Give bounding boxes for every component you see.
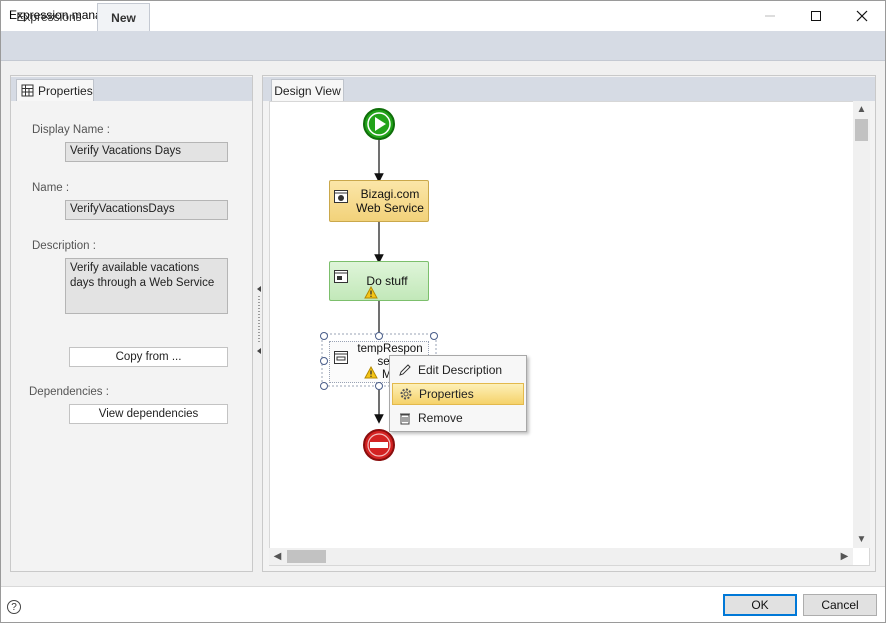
scroll-up-arrow-icon[interactable]: ▲ — [853, 101, 870, 118]
minimize-icon — [765, 15, 775, 16]
vertical-scrollbar[interactable] — [853, 101, 870, 548]
script-task-icon — [334, 270, 348, 283]
close-icon — [856, 10, 868, 21]
context-menu-label: Remove — [418, 411, 463, 425]
ok-button[interactable]: OK — [723, 594, 797, 616]
scroll-right-arrow-icon[interactable]: ▶ — [836, 548, 853, 565]
context-menu-remove[interactable]: Remove — [392, 407, 524, 429]
horizontal-scroll-thumb[interactable] — [287, 550, 326, 563]
name-label: Name : — [32, 182, 70, 194]
tab-new[interactable]: New — [97, 3, 150, 31]
context-menu-properties[interactable]: Properties — [392, 383, 524, 405]
name-field[interactable]: VerifyVacationsDays — [65, 200, 228, 220]
flow-connectors — [374, 140, 384, 424]
design-tabbar — [263, 77, 875, 101]
cancel-button[interactable]: Cancel — [803, 594, 877, 616]
tab-design-view[interactable]: Design View — [271, 79, 344, 101]
display-name-label: Display Name : — [32, 124, 110, 136]
gear-icon — [400, 388, 412, 400]
warning-icon — [364, 286, 378, 299]
pencil-icon — [399, 364, 411, 376]
trash-icon — [400, 413, 410, 425]
horizontal-scrollbar[interactable] — [269, 548, 853, 565]
properties-grid-icon — [21, 84, 34, 97]
context-menu-edit-description[interactable]: Edit Description — [392, 359, 524, 381]
help-icon[interactable]: ? — [7, 600, 21, 614]
maximize-button[interactable] — [793, 1, 839, 30]
scroll-left-arrow-icon[interactable]: ◀ — [269, 548, 286, 565]
vertical-scroll-thumb[interactable] — [855, 119, 868, 141]
scroll-down-arrow-icon[interactable]: ▼ — [853, 531, 870, 548]
dependencies-label: Dependencies : — [29, 386, 109, 398]
copy-from-button[interactable]: Copy from ... — [69, 347, 228, 367]
description-label: Description : — [32, 240, 96, 252]
start-event-icon[interactable] — [362, 107, 396, 141]
minimize-button[interactable] — [747, 1, 793, 30]
tab-properties[interactable]: Properties — [16, 79, 94, 101]
footer-divider — [1, 586, 885, 587]
view-dependencies-button[interactable]: View dependencies — [69, 404, 228, 424]
web-service-icon — [334, 190, 348, 203]
properties-tab-label: Properties — [38, 83, 93, 98]
context-menu-label: Properties — [419, 387, 474, 401]
close-button[interactable] — [839, 1, 885, 30]
maximize-icon — [811, 10, 821, 21]
end-event-icon[interactable] — [362, 428, 396, 462]
display-name-field[interactable]: Verify Vacations Days — [65, 142, 228, 162]
tab-expressions[interactable]: Expressions — [1, 3, 97, 31]
tab-strip — [1, 31, 885, 61]
web-service-task-label: Bizagi.com Web Service — [356, 187, 424, 215]
description-field[interactable]: Verify available vacations days through … — [65, 258, 228, 314]
context-menu-label: Edit Description — [418, 363, 503, 377]
